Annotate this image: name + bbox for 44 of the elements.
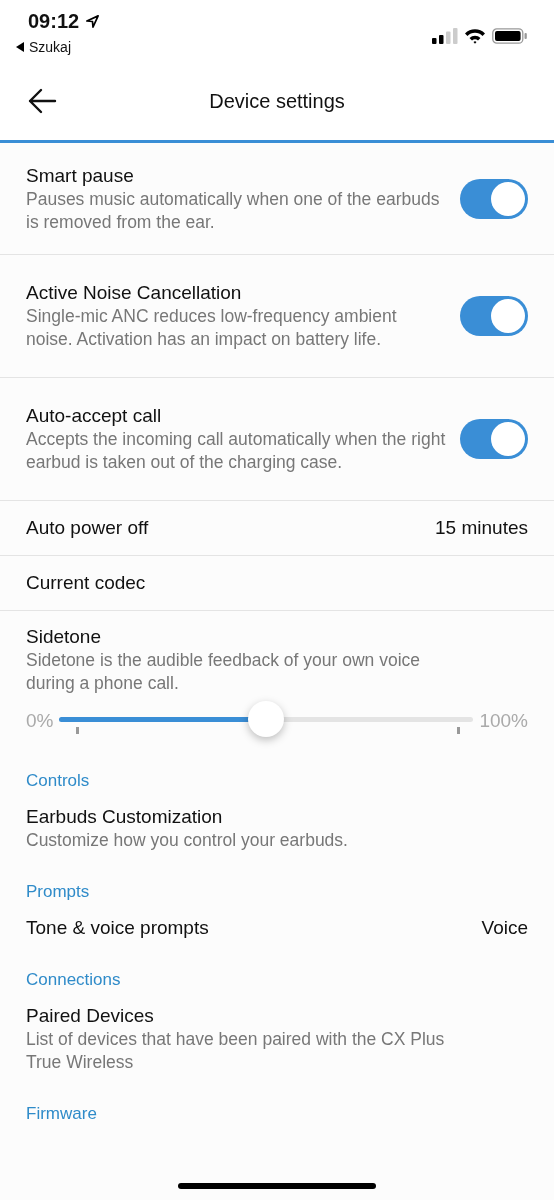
setting-title: Active Noise Cancellation [26, 281, 243, 305]
screen-title: Device settings [209, 89, 345, 113]
setting-row[interactable]: Auto-accept call Accepts the incoming call automatically when the right earbud is taken out of the charging case. [0, 378, 554, 501]
toggle-switch[interactable] [460, 178, 528, 219]
setting-row[interactable]: Current codec [0, 556, 554, 611]
setting-row[interactable]: Tone & voice prompts Voice [26, 916, 528, 940]
setting-description: Single-mic ANC reduces low-frequency ambient noise. Activation has an impact on battery life. [26, 305, 398, 351]
slider-max-label: 100% [479, 710, 528, 732]
clock-time: 09:12 [28, 10, 80, 33]
section-header: Controls [26, 771, 91, 791]
setting-title: Sidetone [26, 625, 102, 649]
setting-title: Auto power off [26, 516, 149, 540]
setting-description: Customize how you control your earbuds. [26, 829, 349, 852]
slider-thumb[interactable] [248, 701, 285, 737]
battery-icon [492, 28, 528, 44]
location-arrow-icon [85, 14, 101, 29]
back-arrow-icon[interactable] [27, 88, 57, 114]
setting-value: Voice [481, 917, 528, 939]
setting-title: Smart pause [26, 163, 135, 188]
toggle-switch[interactable] [460, 419, 528, 459]
setting-row[interactable]: Auto power off 15 minutes [0, 501, 554, 556]
setting-row[interactable]: Paired Devices List of devices that have been paired with the CX Plus True Wireless [26, 1004, 528, 1074]
section-header: Connections [26, 970, 122, 990]
section-header: Firmware [26, 1104, 98, 1124]
toggle-switch[interactable] [460, 296, 528, 336]
setting-title: Earbuds Customization [26, 805, 224, 829]
signal-icon [432, 28, 458, 44]
setting-title: Paired Devices [26, 1004, 155, 1028]
section-header: Prompts [26, 882, 91, 902]
back-triangle-icon [16, 42, 24, 52]
setting-row[interactable]: Earbuds Customization Customize how you control your earbuds. [26, 805, 528, 852]
setting-description: List of devices that have been paired with the CX Plus True Wireless [26, 1028, 446, 1074]
setting-row[interactable]: Smart pause Pauses music automatically when one of the earbuds is removed from the ear. [0, 143, 554, 255]
slider-min-label: 0% [26, 710, 54, 732]
setting-value: 15 minutes [435, 517, 528, 539]
setting-title: Current codec [26, 571, 146, 595]
wifi-icon [464, 28, 486, 44]
setting-description: Pauses music automatically when one of the earbuds is removed from the ear. [26, 187, 441, 234]
setting-row[interactable]: Active Noise Cancellation Single-mic ANC reduces low-frequency ambient noise. Activation has an impact on battery life. [0, 255, 554, 378]
setting-title: Auto-accept call [26, 404, 163, 428]
setting-description: Sidetone is the audible feedback of your own voice during a phone call. [26, 649, 421, 695]
setting-title: Tone & voice prompts [26, 916, 209, 940]
setting-description: Accepts the incoming call automatically when the right earbud is taken out of the charging case. [26, 428, 446, 474]
back-to-app-link[interactable]: Szukaj [16, 39, 101, 55]
